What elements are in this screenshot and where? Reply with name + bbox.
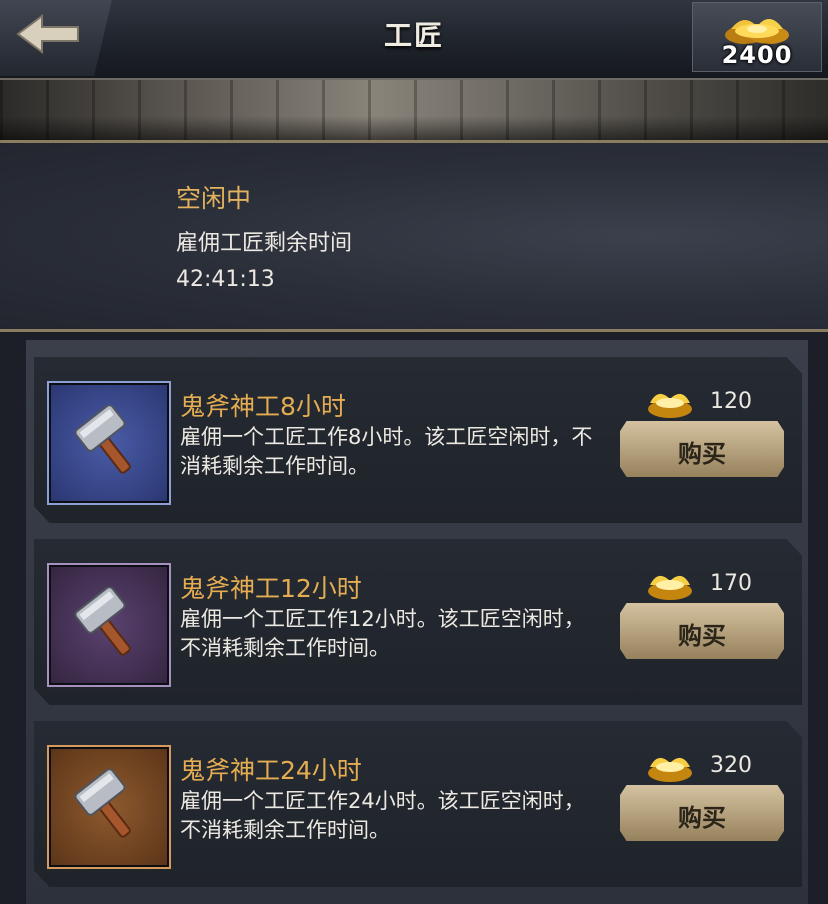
gold-ingot-icon — [648, 575, 692, 600]
hammer-icon — [74, 769, 131, 838]
status-label: 雇佣工匠剩余时间 — [176, 231, 353, 256]
item-description: 雇佣一个工匠工作8小时。该工匠空闲时，不消耗剩余工作时间。 — [180, 425, 593, 478]
buy-button-label: 购买 — [678, 804, 726, 832]
gold-balance[interactable]: 2400 — [692, 2, 822, 72]
offer-item: 鬼斧神工24小时 雇佣一个工匠工作24小时。该工匠空闲时，不消耗剩余工作时间。 … — [34, 721, 802, 887]
hammer-icon — [74, 405, 131, 474]
offer-item: 鬼斧神工12小时 雇佣一个工匠工作12小时。该工匠空闲时，不消耗剩余工作时间。 … — [34, 539, 802, 705]
status-remaining-time: 42:41:13 — [176, 267, 275, 292]
item-title: 鬼斧神工8小时 — [180, 392, 346, 421]
gold-ingot-icon — [648, 757, 692, 782]
item-slot — [47, 381, 171, 505]
buy-button-label: 购买 — [678, 440, 726, 468]
workshop-banner-image — [0, 80, 828, 143]
item-description: 雇佣一个工匠工作12小时。该工匠空闲时，不消耗剩余工作时间。 — [180, 607, 585, 660]
offer-item: 鬼斧神工8小时 雇佣一个工匠工作8小时。该工匠空闲时，不消耗剩余工作时间。 12… — [34, 357, 802, 523]
status-state: 空闲中 — [176, 184, 252, 213]
item-title: 鬼斧神工24小时 — [180, 756, 362, 785]
item-price: 320 — [710, 753, 752, 778]
item-price: 170 — [710, 571, 752, 596]
item-slot — [47, 563, 171, 687]
hammer-icon — [74, 587, 131, 656]
item-title: 鬼斧神工12小时 — [180, 574, 362, 603]
buy-button[interactable]: 购买 — [620, 785, 784, 841]
gold-amount: 2400 — [721, 41, 793, 69]
buy-button-label: 购买 — [678, 622, 726, 650]
item-description: 雇佣一个工匠工作24小时。该工匠空闲时，不消耗剩余工作时间。 — [180, 789, 585, 842]
gold-ingot-icon — [648, 393, 692, 418]
buy-button[interactable]: 购买 — [620, 421, 784, 477]
item-slot — [47, 745, 171, 869]
item-price: 120 — [710, 389, 752, 414]
buy-button[interactable]: 购买 — [620, 603, 784, 659]
status-panel: 空闲中 雇佣工匠剩余时间 42:41:13 — [0, 143, 828, 332]
top-bar: 工匠 2400 — [0, 0, 828, 80]
